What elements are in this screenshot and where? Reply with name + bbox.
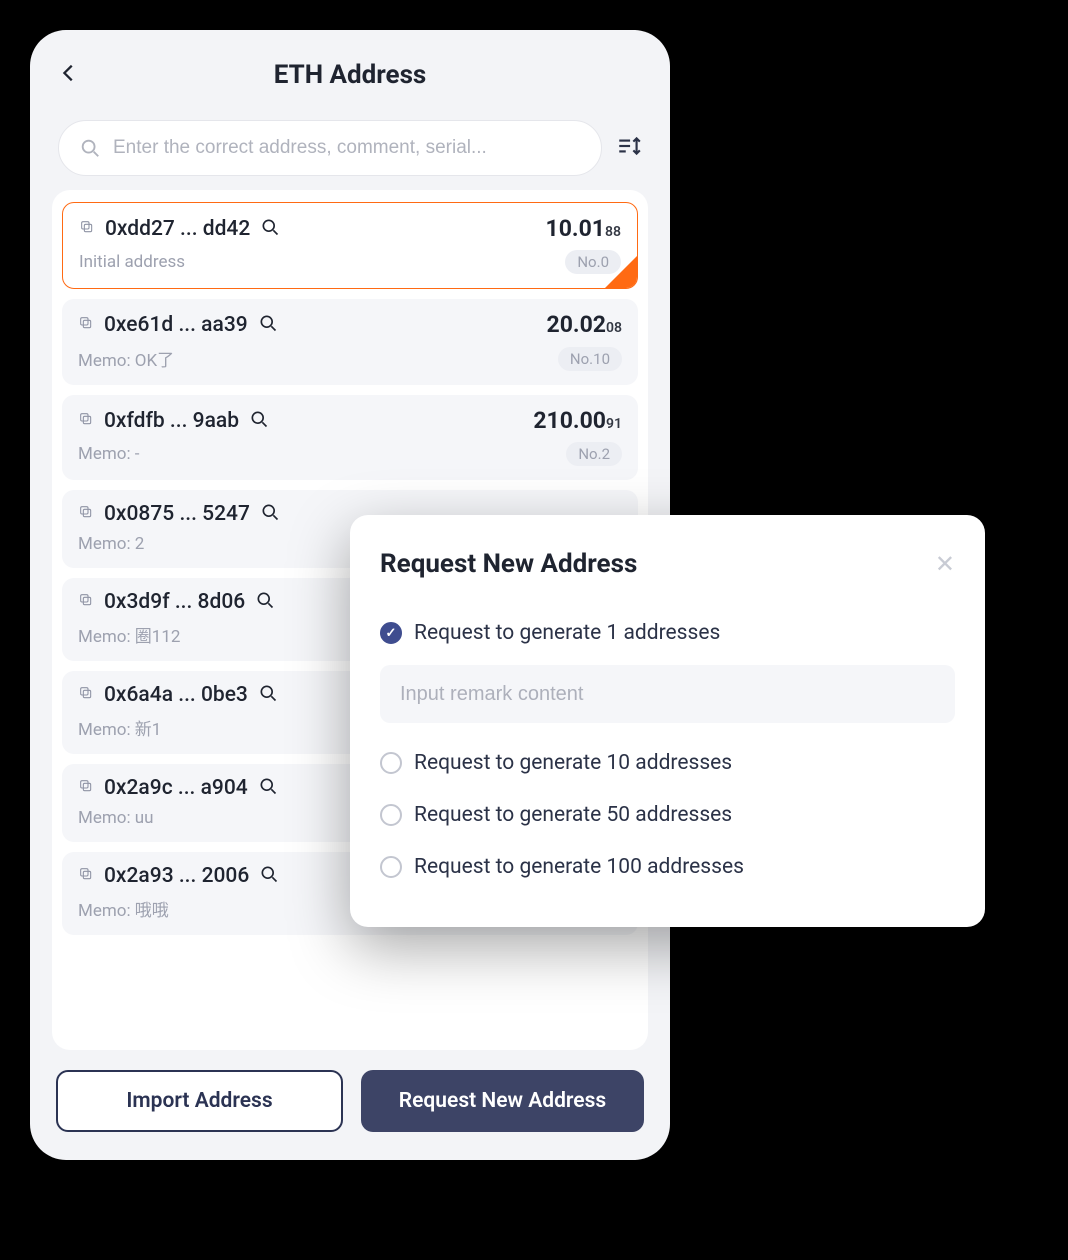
- dialog-close-button[interactable]: ✕: [935, 550, 955, 578]
- balance: 210.0091: [533, 407, 622, 434]
- memo-text: Memo: uu: [78, 808, 154, 828]
- request-new-address-button[interactable]: Request New Address: [361, 1070, 644, 1132]
- address-row-bottom: Initial address No.0: [79, 250, 621, 274]
- balance-main: 20.02: [547, 311, 606, 338]
- balance-main: 10.01: [546, 215, 605, 242]
- address-text: 0x2a9c ... a904: [104, 776, 248, 800]
- memo-text: Memo: OK了: [78, 346, 174, 371]
- address-search-button[interactable]: [258, 776, 278, 800]
- radio-label: Request to generate 10 addresses: [414, 751, 732, 775]
- balance-sub: 88: [605, 224, 621, 240]
- address-text: 0xfdfb ... 9aab: [104, 409, 239, 433]
- radio-unchecked-icon: [380, 856, 402, 878]
- chevron-left-icon: [58, 62, 80, 84]
- memo-text: Initial address: [79, 252, 185, 272]
- copy-icon[interactable]: [78, 504, 94, 524]
- address-text: 0x0875 ... 5247: [104, 502, 250, 526]
- radio-option[interactable]: Request to generate 10 addresses: [380, 737, 955, 789]
- radio-label: Request to generate 1 addresses: [414, 621, 720, 645]
- copy-icon[interactable]: [78, 685, 94, 705]
- address-item[interactable]: 0xdd27 ... dd42 10.0188 Initial address No.…: [62, 202, 638, 289]
- address-search-button[interactable]: [260, 502, 280, 526]
- copy-icon[interactable]: [78, 315, 94, 335]
- page-title: ETH Address: [274, 60, 427, 90]
- number-badge: No.0: [565, 250, 621, 274]
- radio-option[interactable]: Request to generate 1 addresses: [380, 607, 955, 659]
- radio-checked-icon: [380, 622, 402, 644]
- address-text: 0xdd27 ... dd42: [105, 217, 250, 241]
- copy-icon[interactable]: [78, 411, 94, 431]
- balance: 20.0208: [547, 311, 622, 338]
- memo-text: Memo: -: [78, 444, 140, 464]
- address-row-top: 0xdd27 ... dd42 10.0188: [79, 215, 621, 242]
- sort-button[interactable]: [616, 133, 642, 163]
- remark-input[interactable]: [380, 665, 955, 723]
- memo-text: Memo: 新1: [78, 715, 161, 740]
- address-row-bottom: Memo: - No.2: [78, 442, 622, 466]
- memo-text: Memo: 圈112: [78, 622, 180, 647]
- balance-main: 210.00: [533, 407, 606, 434]
- address-item[interactable]: 0xe61d ... aa39 20.0208 Memo: OK了 No.10: [62, 299, 638, 385]
- search-box[interactable]: [58, 120, 602, 176]
- memo-text: Memo: 哦哦: [78, 896, 169, 921]
- import-address-button[interactable]: Import Address: [56, 1070, 343, 1132]
- copy-icon[interactable]: [78, 592, 94, 612]
- radio-unchecked-icon: [380, 804, 402, 826]
- address-item[interactable]: 0xfdfb ... 9aab 210.0091 Memo: - No.2: [62, 395, 638, 480]
- number-badge: No.2: [566, 442, 622, 466]
- memo-text: Memo: 2: [78, 534, 144, 554]
- radio-label: Request to generate 50 addresses: [414, 803, 732, 827]
- search-icon: [79, 137, 101, 159]
- number-badge: No.10: [558, 347, 622, 371]
- copy-icon[interactable]: [78, 866, 94, 886]
- address-search-button[interactable]: [258, 683, 278, 707]
- address-search-button[interactable]: [260, 217, 280, 241]
- dialog-header: Request New Address ✕: [380, 549, 955, 579]
- dialog-options: Request to generate 1 addresses Request t…: [380, 607, 955, 893]
- radio-unchecked-icon: [380, 752, 402, 774]
- sort-icon: [616, 133, 642, 159]
- bottom-buttons: Import Address Request New Address: [30, 1050, 670, 1160]
- close-icon: ✕: [935, 550, 955, 578]
- balance-sub: 08: [606, 320, 622, 336]
- radio-option[interactable]: Request to generate 100 addresses: [380, 841, 955, 893]
- dialog-title: Request New Address: [380, 549, 637, 579]
- address-row-top: 0xfdfb ... 9aab 210.0091: [78, 407, 622, 434]
- address-search-button[interactable]: [255, 590, 275, 614]
- copy-icon[interactable]: [79, 219, 95, 239]
- address-text: 0x6a4a ... 0be3: [104, 683, 248, 707]
- address-row-top: 0xe61d ... aa39 20.0208: [78, 311, 622, 338]
- address-text: 0xe61d ... aa39: [104, 313, 248, 337]
- address-search-button[interactable]: [249, 409, 269, 433]
- balance: 10.0188: [546, 215, 621, 242]
- address-search-button[interactable]: [259, 864, 279, 888]
- address-search-button[interactable]: [258, 313, 278, 337]
- search-input[interactable]: [113, 137, 581, 159]
- back-button[interactable]: [58, 62, 80, 88]
- address-text: 0x3d9f ... 8d06: [104, 590, 245, 614]
- address-row-bottom: Memo: OK了 No.10: [78, 346, 622, 371]
- radio-option[interactable]: Request to generate 50 addresses: [380, 789, 955, 841]
- header: ETH Address: [30, 30, 670, 120]
- address-text: 0x2a93 ... 2006: [104, 864, 249, 888]
- radio-label: Request to generate 100 addresses: [414, 855, 744, 879]
- balance-sub: 91: [606, 416, 622, 432]
- search-row: [30, 120, 670, 190]
- copy-icon[interactable]: [78, 778, 94, 798]
- request-new-address-dialog: Request New Address ✕ Request to generat…: [350, 515, 985, 927]
